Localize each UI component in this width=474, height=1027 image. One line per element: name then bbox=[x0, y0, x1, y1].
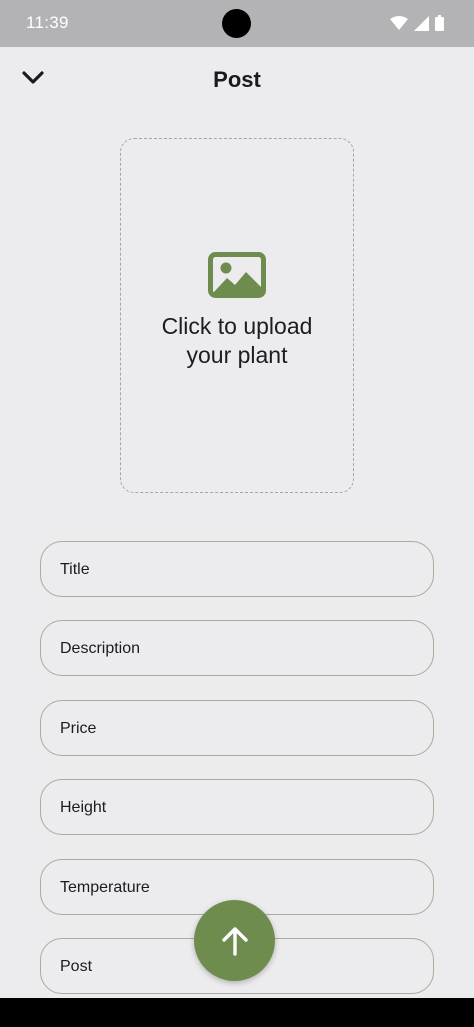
status-time: 11:39 bbox=[26, 13, 69, 32]
page-title: Post bbox=[213, 67, 261, 92]
status-bar: 11:39 bbox=[0, 0, 474, 47]
upload-image-area[interactable]: Click to upload your plant bbox=[120, 138, 354, 493]
signal-icon bbox=[414, 15, 429, 31]
price-field[interactable]: Price bbox=[40, 700, 434, 756]
upload-prompt-line1: Click to upload bbox=[161, 313, 313, 339]
arrow-up-icon bbox=[221, 926, 248, 956]
post-field-label: Post bbox=[60, 958, 93, 975]
app-bar: Post bbox=[0, 47, 474, 113]
description-field-label: Description bbox=[60, 640, 141, 657]
price-field-label: Price bbox=[60, 720, 97, 737]
image-icon bbox=[208, 252, 266, 298]
temperature-field-label: Temperature bbox=[60, 879, 150, 896]
title-field-label: Title bbox=[60, 561, 90, 578]
upload-prompt: Click to upload your plant bbox=[162, 312, 313, 370]
submit-post-button[interactable] bbox=[194, 900, 275, 981]
camera-cutout bbox=[222, 9, 251, 38]
height-field[interactable]: Height bbox=[40, 779, 434, 835]
height-field-label: Height bbox=[60, 799, 107, 816]
wifi-icon bbox=[390, 15, 408, 30]
navigation-bar bbox=[0, 998, 474, 1027]
status-icons bbox=[390, 15, 444, 31]
title-field[interactable]: Title bbox=[40, 541, 434, 597]
battery-icon bbox=[435, 15, 444, 31]
upload-prompt-line2: your plant bbox=[186, 342, 288, 368]
description-field[interactable]: Description bbox=[40, 620, 434, 676]
